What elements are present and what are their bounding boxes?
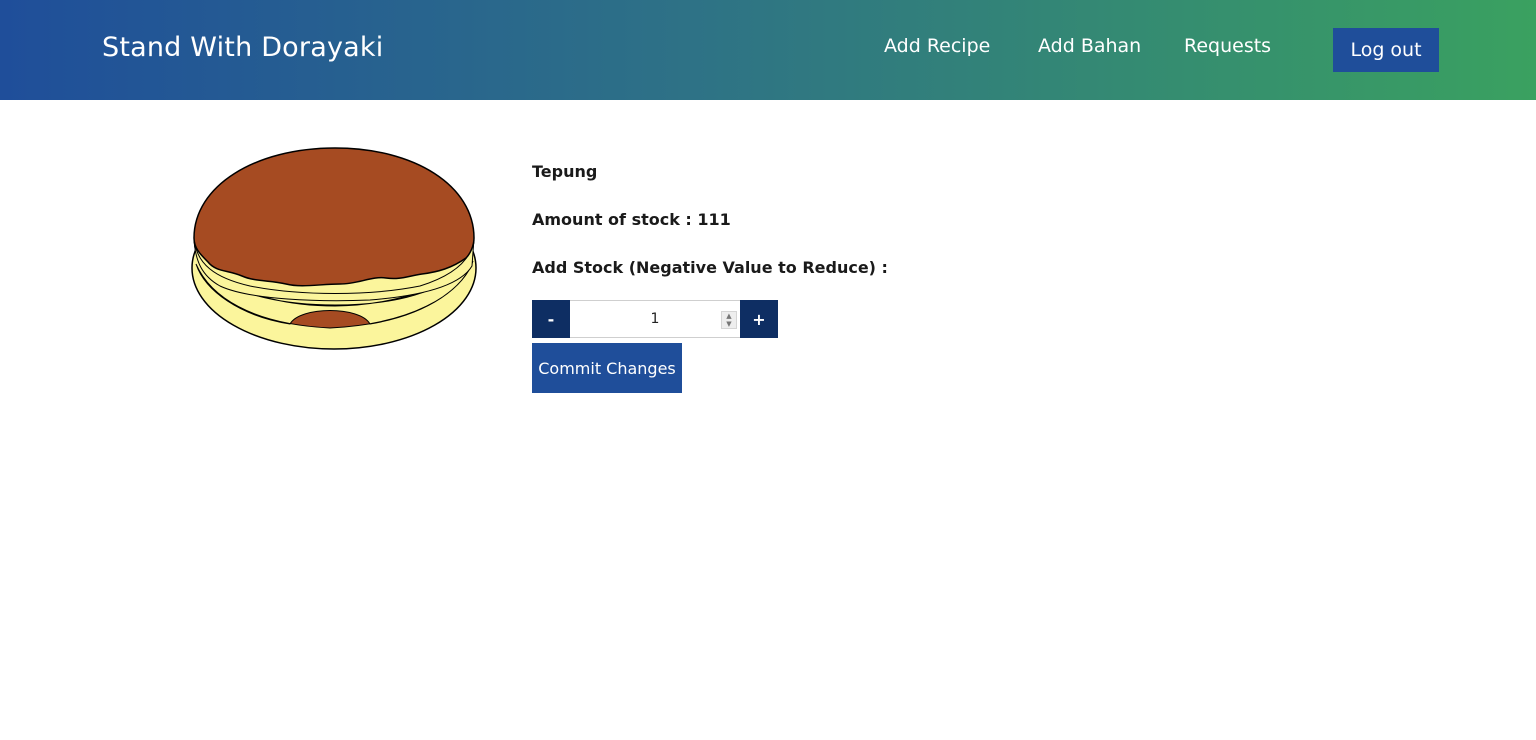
quantity-stepper: - ▲ ▼ + bbox=[532, 300, 778, 338]
brand-title[interactable]: Stand With Dorayaki bbox=[102, 32, 383, 63]
nav-add-bahan[interactable]: Add Bahan bbox=[1038, 35, 1141, 57]
spin-up-icon[interactable]: ▲ bbox=[726, 312, 731, 320]
stock-amount: Amount of stock : 111 bbox=[532, 210, 731, 229]
add-stock-label: Add Stock (Negative Value to Reduce) : bbox=[532, 258, 888, 277]
nav-add-recipe[interactable]: Add Recipe bbox=[884, 35, 990, 57]
navbar: Stand With Dorayaki Add Recipe Add Bahan… bbox=[0, 0, 1536, 100]
quantity-input[interactable] bbox=[570, 301, 740, 337]
increment-button[interactable]: + bbox=[740, 300, 778, 338]
quantity-field: ▲ ▼ bbox=[570, 300, 740, 338]
dorayaki-image bbox=[191, 147, 477, 350]
spin-down-icon[interactable]: ▼ bbox=[726, 320, 731, 328]
logout-button[interactable]: Log out bbox=[1333, 28, 1439, 72]
commit-changes-button[interactable]: Commit Changes bbox=[532, 343, 682, 393]
decrement-button[interactable]: - bbox=[532, 300, 570, 338]
nav-requests[interactable]: Requests bbox=[1184, 35, 1271, 57]
spin-buttons[interactable]: ▲ ▼ bbox=[721, 311, 737, 329]
ingredient-name: Tepung bbox=[532, 162, 598, 181]
